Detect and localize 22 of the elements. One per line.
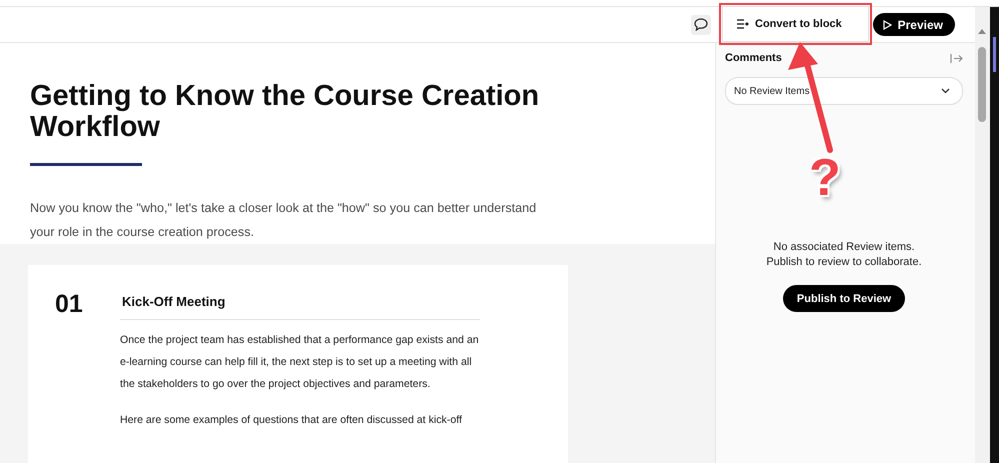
panel-title: Comments bbox=[725, 52, 782, 64]
chevron-down-icon bbox=[941, 88, 950, 94]
intro-paragraph: Now you know the "who," let's take a closer look at the "how" so you can better understand your role in the course creation process. bbox=[30, 200, 538, 241]
empty-message: No associated Review items. bbox=[773, 240, 915, 255]
step-number: 01 bbox=[55, 290, 84, 320]
publish-button[interactable]: Publish to Review bbox=[782, 285, 906, 312]
convert-menu[interactable]: Convert to block bbox=[722, 6, 869, 42]
preview-button[interactable]: Preview bbox=[872, 13, 955, 36]
question-mark: ? bbox=[809, 150, 841, 206]
play-icon bbox=[882, 20, 892, 30]
scroll-thumb[interactable] bbox=[978, 47, 986, 122]
step-title: Kick-Off Meeting bbox=[122, 294, 226, 309]
empty-message: Publish to review to collaborate. bbox=[766, 255, 922, 270]
review-filter-dropdown[interactable]: No Review Items bbox=[725, 77, 963, 105]
speech-bubble-icon bbox=[694, 18, 708, 31]
collapse-icon[interactable] bbox=[950, 52, 963, 64]
step-paragraph: Here are some examples of questions that are often discussed at kick-off bbox=[120, 413, 463, 428]
scroll-up-icon[interactable] bbox=[978, 29, 986, 34]
lesson-title: Getting to Know the Course Creation Workflow bbox=[30, 81, 540, 143]
lines-arrow-icon bbox=[737, 19, 749, 29]
step-paragraph: Once the project team has established that a performance gap exists and an e-learning course can help fill it, the next step is to set up a meeting with all the stakeholders to go over the project objectives and parameters. bbox=[120, 333, 480, 392]
comment-button[interactable] bbox=[690, 14, 711, 34]
